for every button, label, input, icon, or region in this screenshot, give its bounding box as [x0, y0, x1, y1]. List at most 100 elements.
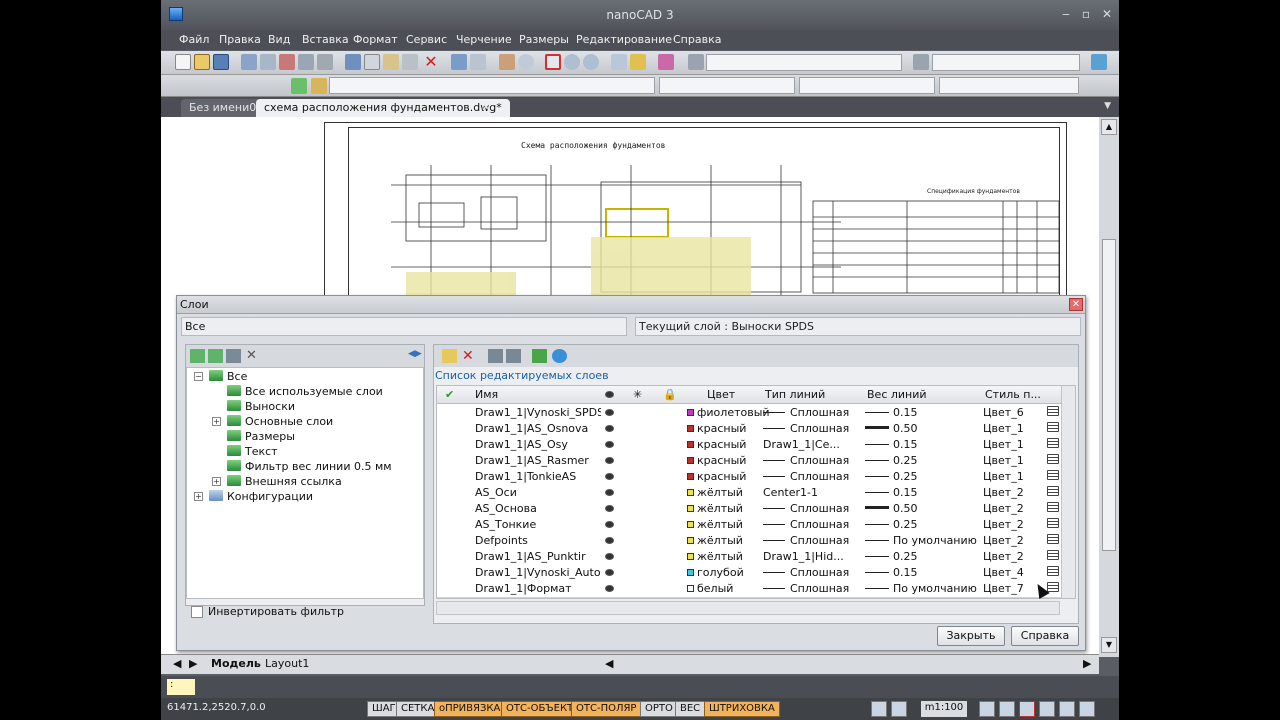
toggle-otrack[interactable]: ОТС-ОБЪЕКТ — [501, 701, 579, 717]
new-property-filter-icon[interactable] — [190, 349, 205, 363]
layer-manager-icon[interactable] — [311, 78, 327, 94]
help-button[interactable]: Справка — [1011, 626, 1079, 646]
plot-icon[interactable] — [1047, 422, 1059, 435]
menu-view[interactable]: Вид — [268, 33, 290, 46]
visibility-icon[interactable] — [552, 349, 567, 363]
menu-dimensions[interactable]: Размеры — [519, 33, 569, 46]
col-lock-icon[interactable]: 🔒 — [663, 388, 677, 401]
toolbar-combo-2[interactable] — [932, 54, 1080, 71]
layers-dialog-titlebar[interactable]: Слои ✕ — [177, 296, 1085, 314]
delete-layer-icon[interactable]: ✕ — [462, 349, 477, 363]
layer-linetype-cell[interactable]: Draw1_1|Ce... — [763, 438, 859, 451]
collapse-panel-icon[interactable]: ◀▶ — [408, 349, 423, 363]
zoom-previous-icon[interactable] — [583, 54, 599, 70]
layer-on-icon[interactable] — [605, 582, 614, 595]
layer-on-icon[interactable] — [605, 518, 614, 531]
pencil-icon[interactable] — [630, 54, 646, 70]
zoom-window-icon[interactable] — [545, 54, 561, 70]
plot-icon[interactable] — [1047, 550, 1059, 563]
color-combo[interactable] — [659, 77, 795, 94]
layer-color-cell[interactable]: жёлтый — [687, 550, 743, 563]
plot-icon[interactable] — [1047, 502, 1059, 515]
col-on-icon[interactable] — [605, 388, 614, 401]
set-current-icon[interactable] — [488, 349, 503, 363]
layer-lineweight-cell[interactable]: 0.25 — [865, 454, 918, 467]
layer-on-icon[interactable] — [605, 566, 614, 579]
expand-icon[interactable]: + — [212, 417, 221, 426]
save-icon[interactable] — [213, 54, 229, 70]
paper-space-icon[interactable] — [891, 701, 907, 717]
tree-node-lineweight-filter[interactable]: Фильтр вес линии 0.5 мм — [227, 460, 392, 475]
layer-linetype-cell[interactable]: Сплошная — [763, 566, 859, 579]
layer-linetype-cell[interactable]: Сплошная — [763, 518, 859, 531]
plot-icon[interactable] — [1047, 438, 1059, 451]
layer-lineweight-cell[interactable]: По умолчанию — [865, 582, 977, 595]
print-setup-icon[interactable] — [317, 54, 333, 70]
layer-color-cell[interactable]: белый — [687, 582, 733, 595]
layer-on-icon[interactable] — [605, 406, 614, 419]
menu-insert[interactable]: Вставка — [302, 33, 349, 46]
plot-icon[interactable] — [1047, 486, 1059, 499]
filter-name-field[interactable]: Все — [181, 317, 627, 336]
layer-row-partial[interactable] — [437, 597, 1061, 598]
tree-node-dimensions[interactable]: Размеры — [227, 430, 295, 445]
layer-properties-icon[interactable] — [291, 78, 307, 94]
maximize-button[interactable]: ▫ — [1077, 6, 1095, 22]
delete-filter-icon[interactable]: ✕ — [246, 349, 261, 363]
clean-screen-icon[interactable] — [1079, 701, 1095, 717]
new-layer-icon[interactable] — [442, 349, 457, 363]
cut-icon[interactable] — [345, 54, 361, 70]
plot-icon[interactable] — [279, 54, 295, 70]
menu-service[interactable]: Сервис — [406, 33, 447, 46]
plot-icon[interactable] — [1047, 534, 1059, 547]
match-properties-icon[interactable] — [402, 54, 418, 70]
layer-linetype-cell[interactable]: Сплошная — [763, 502, 859, 515]
model-space-icon[interactable] — [871, 701, 887, 717]
refresh-icon[interactable] — [532, 349, 547, 363]
linetype-combo[interactable] — [799, 77, 935, 94]
col-plotstyle[interactable]: Стиль п... — [985, 388, 1041, 401]
scroll-up-icon[interactable]: ▲ — [1101, 119, 1117, 135]
layer-row[interactable]: Defpoints жёлтый Сплошная По умолчанию Цвет_… — [437, 533, 1061, 549]
layer-on-icon[interactable] — [605, 534, 614, 547]
plot-icon[interactable] — [1047, 518, 1059, 531]
layer-color-cell[interactable]: красный — [687, 454, 746, 467]
toggle-ortho[interactable]: ОРТО — [640, 701, 678, 717]
panel-toggle-icon[interactable] — [1091, 54, 1107, 70]
layer-row[interactable]: Draw1_1|AS_Osy красный Draw1_1|Ce... 0.15 Цв… — [437, 437, 1061, 453]
regen-icon[interactable] — [1059, 701, 1075, 717]
grid-horizontal-scrollbar[interactable] — [436, 601, 1060, 615]
publish-icon[interactable] — [298, 54, 314, 70]
tree-node-vynoski[interactable]: Выноски — [227, 400, 295, 415]
layer-row[interactable]: Draw1_1|Vynoski_AutoCAI голубой Сплошная 0.… — [437, 565, 1061, 581]
toggle-lineweight[interactable]: ВЕС — [675, 701, 706, 717]
eraser-icon[interactable] — [658, 54, 674, 70]
checkbox-box[interactable] — [191, 606, 203, 618]
plot-icon[interactable] — [1047, 470, 1059, 483]
zoom-status-icon[interactable] — [999, 701, 1015, 717]
layer-row[interactable]: AS_Оси жёлтый Center1-1 0.15 Цвет_2 — [437, 485, 1061, 501]
scroll-thumb[interactable] — [1102, 239, 1116, 551]
collapse-all-icon[interactable]: − — [194, 372, 203, 381]
zoom-realtime-icon[interactable] — [518, 54, 534, 70]
close-window-button[interactable]: ✕ — [1098, 6, 1116, 22]
open-file-icon[interactable] — [194, 54, 210, 70]
tree-node-used-layers[interactable]: Все используемые слои — [227, 385, 383, 400]
layer-row[interactable]: Draw1_1|AS_Punktir жёлтый Draw1_1|Hid... 0.… — [437, 549, 1061, 565]
layer-color-cell[interactable]: красный — [687, 422, 746, 435]
copy-icon[interactable] — [364, 54, 380, 70]
layer-row[interactable]: AS_Тонкие жёлтый Сплошная 0.25 Цвет_2 — [437, 517, 1061, 533]
toggle-polar[interactable]: ОТС-ПОЛЯР — [571, 701, 642, 717]
pan-icon[interactable] — [499, 54, 515, 70]
plot-icon[interactable] — [1047, 454, 1059, 467]
toggle-osnap[interactable]: оПРИВЯЗКА — [434, 701, 506, 717]
hscroll-left-icon[interactable]: ◀ — [605, 657, 613, 670]
layer-lineweight-cell[interactable]: 0.50 — [865, 422, 918, 435]
new-file-icon[interactable] — [175, 54, 191, 70]
layer-on-icon[interactable] — [605, 470, 614, 483]
preview-icon[interactable] — [260, 54, 276, 70]
layer-linetype-cell[interactable]: Draw1_1|Hid... — [763, 550, 859, 563]
layer-lineweight-cell[interactable]: По умолчанию — [865, 534, 977, 547]
new-group-filter-icon[interactable] — [208, 349, 223, 363]
layer-lineweight-cell[interactable]: 0.15 — [865, 566, 918, 579]
